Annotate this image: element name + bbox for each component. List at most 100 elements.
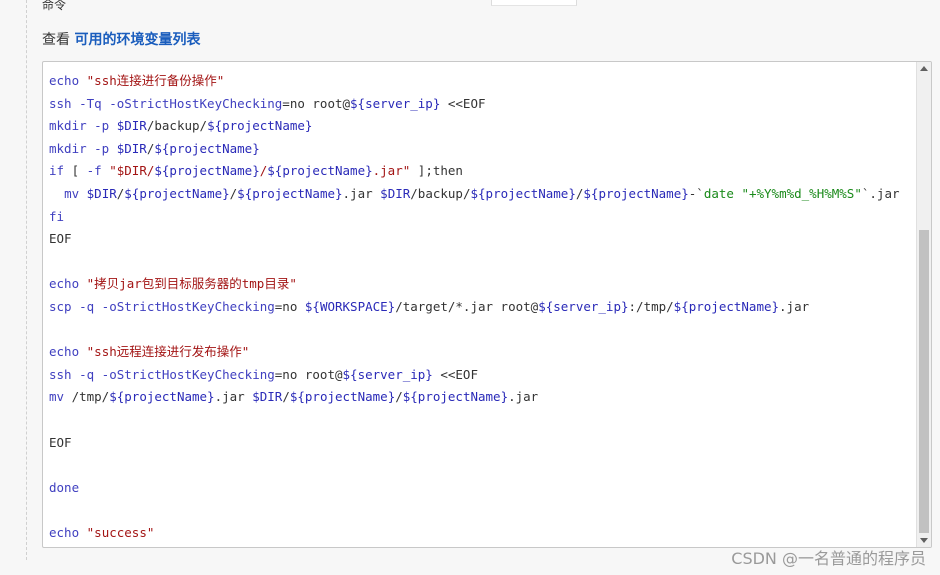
code-token: .jar xyxy=(779,298,810,314)
code-token: =no xyxy=(274,298,305,314)
code-token: ${projectName} xyxy=(237,185,343,201)
code-line: done xyxy=(49,477,913,500)
code-token: `.jar xyxy=(861,185,900,201)
code-line: echo "拷贝jar包到目标服务器的tmp目录" xyxy=(49,273,913,296)
code-token: EOF xyxy=(49,231,72,247)
code-line: ssh -q -oStrictHostKeyChecking=no root@$… xyxy=(49,364,913,387)
code-token: echo xyxy=(49,276,87,292)
code-token: ssh -Tq -oStrictHostKeyChecking xyxy=(49,95,283,111)
code-token: / xyxy=(395,389,403,405)
code-token: "拷贝jar包到目标服务器的tmp目录" xyxy=(86,276,297,292)
code-line: echo "success" xyxy=(49,522,913,545)
code-line: echo "ssh远程连接进行发布操作" xyxy=(49,341,913,364)
code-token: scp -q -oStrictHostKeyChecking xyxy=(49,298,275,314)
code-token: "ssh连接进行备份操作" xyxy=(86,73,225,88)
code-token: -` xyxy=(688,185,704,201)
code-token: ${projectName} xyxy=(673,298,780,314)
code-token: / xyxy=(282,389,290,405)
code-token: mkdir -p xyxy=(49,118,117,134)
code-line: mkdir -p $DIR/backup/${projectName} xyxy=(49,115,913,138)
code-token: $DIR xyxy=(116,118,147,134)
help-prefix: 查看 xyxy=(42,32,75,48)
code-token: mkdir -p xyxy=(49,140,117,156)
code-token: /tmp/ xyxy=(71,389,110,405)
code-token: [ xyxy=(64,163,87,179)
code-token: .jar xyxy=(508,389,539,405)
env-vars-link[interactable]: 可用的环境变量列表 xyxy=(74,32,200,48)
code-token: .jar" xyxy=(372,163,411,179)
code-token: EOF xyxy=(49,434,72,450)
code-token: echo xyxy=(49,524,87,540)
scroll-up-arrow-icon[interactable] xyxy=(920,66,928,71)
code-token: "+%Y%m%d_%H%M%S" xyxy=(741,185,862,201)
code-token: ${server_ip} xyxy=(342,366,433,382)
code-token: =no root@ xyxy=(274,366,343,382)
code-token: ${projectName} xyxy=(154,163,260,179)
code-token: ${projectName} xyxy=(154,140,260,156)
shell-command-editor[interactable]: echo "ssh连接进行备份操作" ssh -Tq -oStrictHostKe… xyxy=(42,61,932,548)
code-token: ${projectName} xyxy=(402,389,509,405)
code-line: scp -q -oStrictHostKeyChecking=no ${WORK… xyxy=(49,296,913,319)
code-token: ];then xyxy=(410,163,463,179)
code-line: mv /tmp/${projectName}.jar $DIR/${projec… xyxy=(49,386,913,409)
code-token: "ssh远程连接进行发布操作" xyxy=(86,344,250,360)
code-line: fi xyxy=(49,206,913,229)
scrollbar-thumb[interactable] xyxy=(919,230,929,533)
code-token: "success" xyxy=(86,524,155,540)
field-label-fragment: 命令 xyxy=(42,0,67,12)
code-line: if [ -f "$DIR/${projectName}/${projectNa… xyxy=(49,160,913,183)
code-token: ${server_ip} xyxy=(350,95,441,111)
code-line: ssh -Tq -oStrictHostKeyChecking=no root@… xyxy=(49,93,913,116)
code-token: $DIR xyxy=(380,185,411,201)
code-line: EOF xyxy=(49,432,913,455)
code-token: ${projectName} xyxy=(470,185,576,201)
code-line: echo "ssh连接进行备份操作" xyxy=(49,70,913,93)
code-token: date xyxy=(703,185,742,201)
code-token: mv xyxy=(49,389,72,405)
code-token: ${projectName} xyxy=(124,185,230,201)
code-token: ssh -q -oStrictHostKeyChecking xyxy=(49,366,275,382)
code-token: .jar xyxy=(214,389,253,405)
code-token: $DIR xyxy=(252,389,283,405)
code-token: ${WORKSPACE} xyxy=(304,298,396,314)
code-token: -f xyxy=(86,163,110,179)
code-token: ${projectName} xyxy=(583,185,689,201)
code-token: ${projectName} xyxy=(207,118,313,134)
code-token: /target/*.jar root@ xyxy=(395,298,539,314)
code-token: <<EOF xyxy=(440,95,486,111)
code-area[interactable]: echo "ssh连接进行备份操作" ssh -Tq -oStrictHostKe… xyxy=(49,70,913,544)
vertical-scrollbar[interactable] xyxy=(916,62,931,547)
code-token: echo xyxy=(49,73,87,88)
code-token: .jar xyxy=(342,185,381,201)
code-line: mv $DIR/${projectName}/${projectName}.ja… xyxy=(49,183,913,206)
code-token: $DIR xyxy=(86,185,117,201)
help-text: 查看 可用的环境变量列表 xyxy=(42,29,200,49)
code-token: $DIR xyxy=(116,140,147,156)
code-token: mv xyxy=(64,185,87,201)
code-token: done xyxy=(49,479,80,495)
code-token: ${server_ip} xyxy=(538,298,629,314)
code-token: :/tmp/ xyxy=(628,298,674,314)
code-token: ${projectName} xyxy=(109,389,215,405)
code-token: /backup/ xyxy=(410,185,471,201)
code-token: "$DIR/ xyxy=(109,163,155,179)
top-tab[interactable] xyxy=(491,0,577,6)
code-token: ${projectName} xyxy=(289,389,396,405)
section-divider xyxy=(26,0,27,560)
code-line: EOF xyxy=(49,228,913,251)
top-bar xyxy=(0,0,940,6)
scroll-down-arrow-icon[interactable] xyxy=(920,538,928,543)
code-token: ${projectName} xyxy=(267,163,373,179)
code-token: /backup/ xyxy=(146,118,208,134)
code-token: fi xyxy=(49,208,65,224)
code-token: if xyxy=(49,163,65,179)
code-token: <<EOF xyxy=(432,366,478,382)
code-line: mkdir -p $DIR/${projectName} xyxy=(49,138,913,161)
code-token: echo xyxy=(49,344,87,360)
